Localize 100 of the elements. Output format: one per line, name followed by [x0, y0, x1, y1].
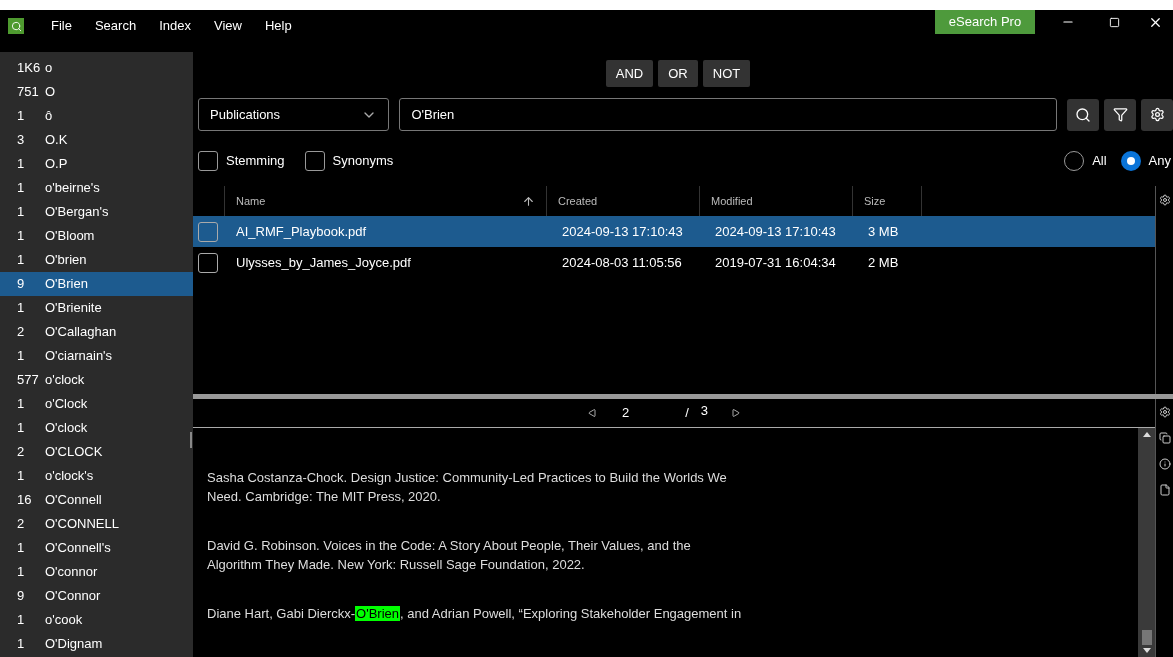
term-count: 1	[16, 419, 26, 438]
term-item[interactable]: 1 ô	[0, 104, 193, 128]
term-item[interactable]: 1 O'Bergan's	[0, 200, 193, 224]
term-item[interactable]: 1 O'Brienite	[0, 296, 193, 320]
term-item[interactable]: 9 O'Connor	[0, 584, 193, 608]
preview-paragraph: Diane Hart, Gabi Dierckx-O'Brien, and Adrian Powell, “Exploring Stakeholder Engagement in	[207, 605, 743, 623]
term-word: O'Brien	[45, 275, 88, 294]
term-count: 1	[16, 251, 26, 270]
term-item[interactable]: 9 O'Brien	[0, 272, 193, 296]
menu-item[interactable]: Search	[83, 10, 148, 42]
preview-paragraph: Sasha Costanza-Chock. Design Justice: Community-Led Practices to Build the Worlds We Need. Cambridge: The MIT Press, 2020.	[207, 469, 728, 506]
menu-item[interactable]: Help	[253, 10, 303, 42]
result-row[interactable]: Ulysses_by_James_Joyce.pdf 2024-08-03 11:05:56 2019-07-31 16:04:34 2 MB	[193, 247, 1155, 278]
term-word: O'Connell	[45, 491, 102, 510]
term-item[interactable]: 577 o'clock	[0, 368, 193, 392]
menu-item[interactable]: Index	[148, 10, 202, 42]
term-count: 1	[16, 635, 26, 654]
term-word: O'connor	[45, 563, 98, 582]
term-word: o'beirne's	[45, 179, 100, 198]
term-item[interactable]: 2 O'CONNELL	[0, 512, 193, 536]
settings-icon[interactable]	[1158, 194, 1171, 206]
menu-item[interactable]: File	[40, 10, 83, 42]
term-item[interactable]: 1 O'connor	[0, 560, 193, 584]
term-item[interactable]: 2 O'CLOCK	[0, 440, 193, 464]
term-item[interactable]: 1 o'clock's	[0, 464, 193, 488]
term-item[interactable]: 3 O.K	[0, 128, 193, 152]
term-count: 1	[16, 395, 26, 414]
table-cell-text: 2024-09-13 17:10:43	[714, 222, 837, 241]
page-number: 2	[622, 404, 630, 423]
settings-button[interactable]	[1141, 98, 1173, 131]
term-word: O'Callaghan	[45, 323, 117, 342]
term-item[interactable]: 1 o'cook	[0, 608, 193, 632]
term-count: 1	[16, 539, 26, 558]
term-word: O'Connor	[45, 587, 101, 606]
table-cell-text: 2 MB	[867, 253, 900, 272]
term-item[interactable]: 1K6 o	[0, 56, 193, 80]
term-item[interactable]: 1 O'ciarnain's	[0, 344, 193, 368]
term-item[interactable]: 1 O'brien	[0, 248, 193, 272]
page-separator: /	[685, 404, 689, 423]
row-checkbox[interactable]	[198, 221, 218, 242]
term-item[interactable]: 1 O.P	[0, 152, 193, 176]
term-item[interactable]: 1 O'Connell's	[0, 536, 193, 560]
scope-dropdown[interactable]: Publications	[198, 98, 390, 131]
page-total: 3	[700, 402, 709, 421]
term-word: O'Bergan's	[45, 203, 109, 222]
settings-icon[interactable]	[1158, 406, 1171, 418]
table-cell-text: Ulysses_by_James_Joyce.pdf	[235, 253, 412, 272]
term-item[interactable]: 751 O	[0, 80, 193, 104]
next-page-button[interactable]	[732, 409, 741, 417]
previous-page-button[interactable]	[588, 409, 596, 417]
term-word: O	[45, 83, 56, 102]
term-count: 1	[16, 611, 26, 630]
term-count: 1	[16, 467, 26, 486]
term-count: 1	[16, 347, 26, 366]
term-item[interactable]: 1 O'Dignam	[0, 632, 193, 656]
search-button[interactable]	[1067, 98, 1099, 131]
radio-label: All	[1092, 152, 1107, 171]
term-item[interactable]: 1 O'clock	[0, 416, 193, 440]
table-cell-text: 2024-08-03 11:05:56	[561, 253, 683, 272]
settings-icon	[1149, 107, 1165, 122]
row-checkbox[interactable]	[198, 252, 218, 273]
term-count: 9	[16, 275, 26, 294]
radio-label: Any	[1148, 152, 1171, 171]
radio-button[interactable]	[1120, 151, 1141, 171]
term-word: o'Clock	[45, 395, 88, 414]
checkbox-label: Stemming	[226, 152, 285, 171]
table-cell-text: AI_RMF_Playbook.pdf	[235, 222, 368, 241]
checkbox[interactable]	[198, 151, 218, 171]
search-field[interactable]: O'Brien	[399, 98, 1057, 131]
term-word: ô	[45, 107, 53, 126]
result-row[interactable]: AI_RMF_Playbook.pdf 2024-09-13 17:10:43 2024-09-13 17:10:43 3 MB	[193, 216, 1155, 247]
app-title-badge: eSearch Pro	[935, 10, 1035, 34]
term-count: 9	[16, 587, 26, 606]
term-count: 16	[16, 491, 33, 510]
page-icon[interactable]	[1158, 484, 1171, 496]
term-item[interactable]: 1 o'beirne's	[0, 176, 193, 200]
operator-button[interactable]: NOT	[702, 60, 751, 87]
term-count: 1	[16, 179, 26, 198]
operator-button[interactable]: OR	[658, 60, 698, 87]
filter-icon	[1112, 107, 1128, 122]
info-icon[interactable]	[1158, 458, 1171, 470]
operator-button[interactable]: AND	[605, 60, 654, 87]
filter-button[interactable]	[1104, 98, 1136, 131]
preview-paragraph: David G. Robinson. Voices in the Code: A Story About People, Their Values, and the Algorithm They Made. New York: Russell Sage Foundation, 2022.	[207, 537, 692, 574]
term-count: 1K6	[16, 59, 42, 78]
term-word: O'ciarnain's	[45, 347, 113, 366]
term-count: 2	[16, 515, 26, 534]
term-item[interactable]: 1 o'Clock	[0, 392, 193, 416]
term-word: O.P	[45, 155, 68, 174]
term-count: 577	[16, 371, 40, 390]
term-count: 1	[16, 227, 26, 246]
sort-arrow-icon	[522, 194, 535, 208]
term-item[interactable]: 1 O'Bloom	[0, 224, 193, 248]
checkbox[interactable]	[304, 151, 325, 171]
copy-icon[interactable]	[1158, 432, 1171, 444]
app-logo-icon	[8, 18, 24, 34]
term-count: 3	[16, 131, 26, 150]
menu-item[interactable]: View	[202, 10, 253, 42]
term-item[interactable]: 2 O'Callaghan	[0, 320, 193, 344]
term-item[interactable]: 16 O'Connell	[0, 488, 193, 512]
